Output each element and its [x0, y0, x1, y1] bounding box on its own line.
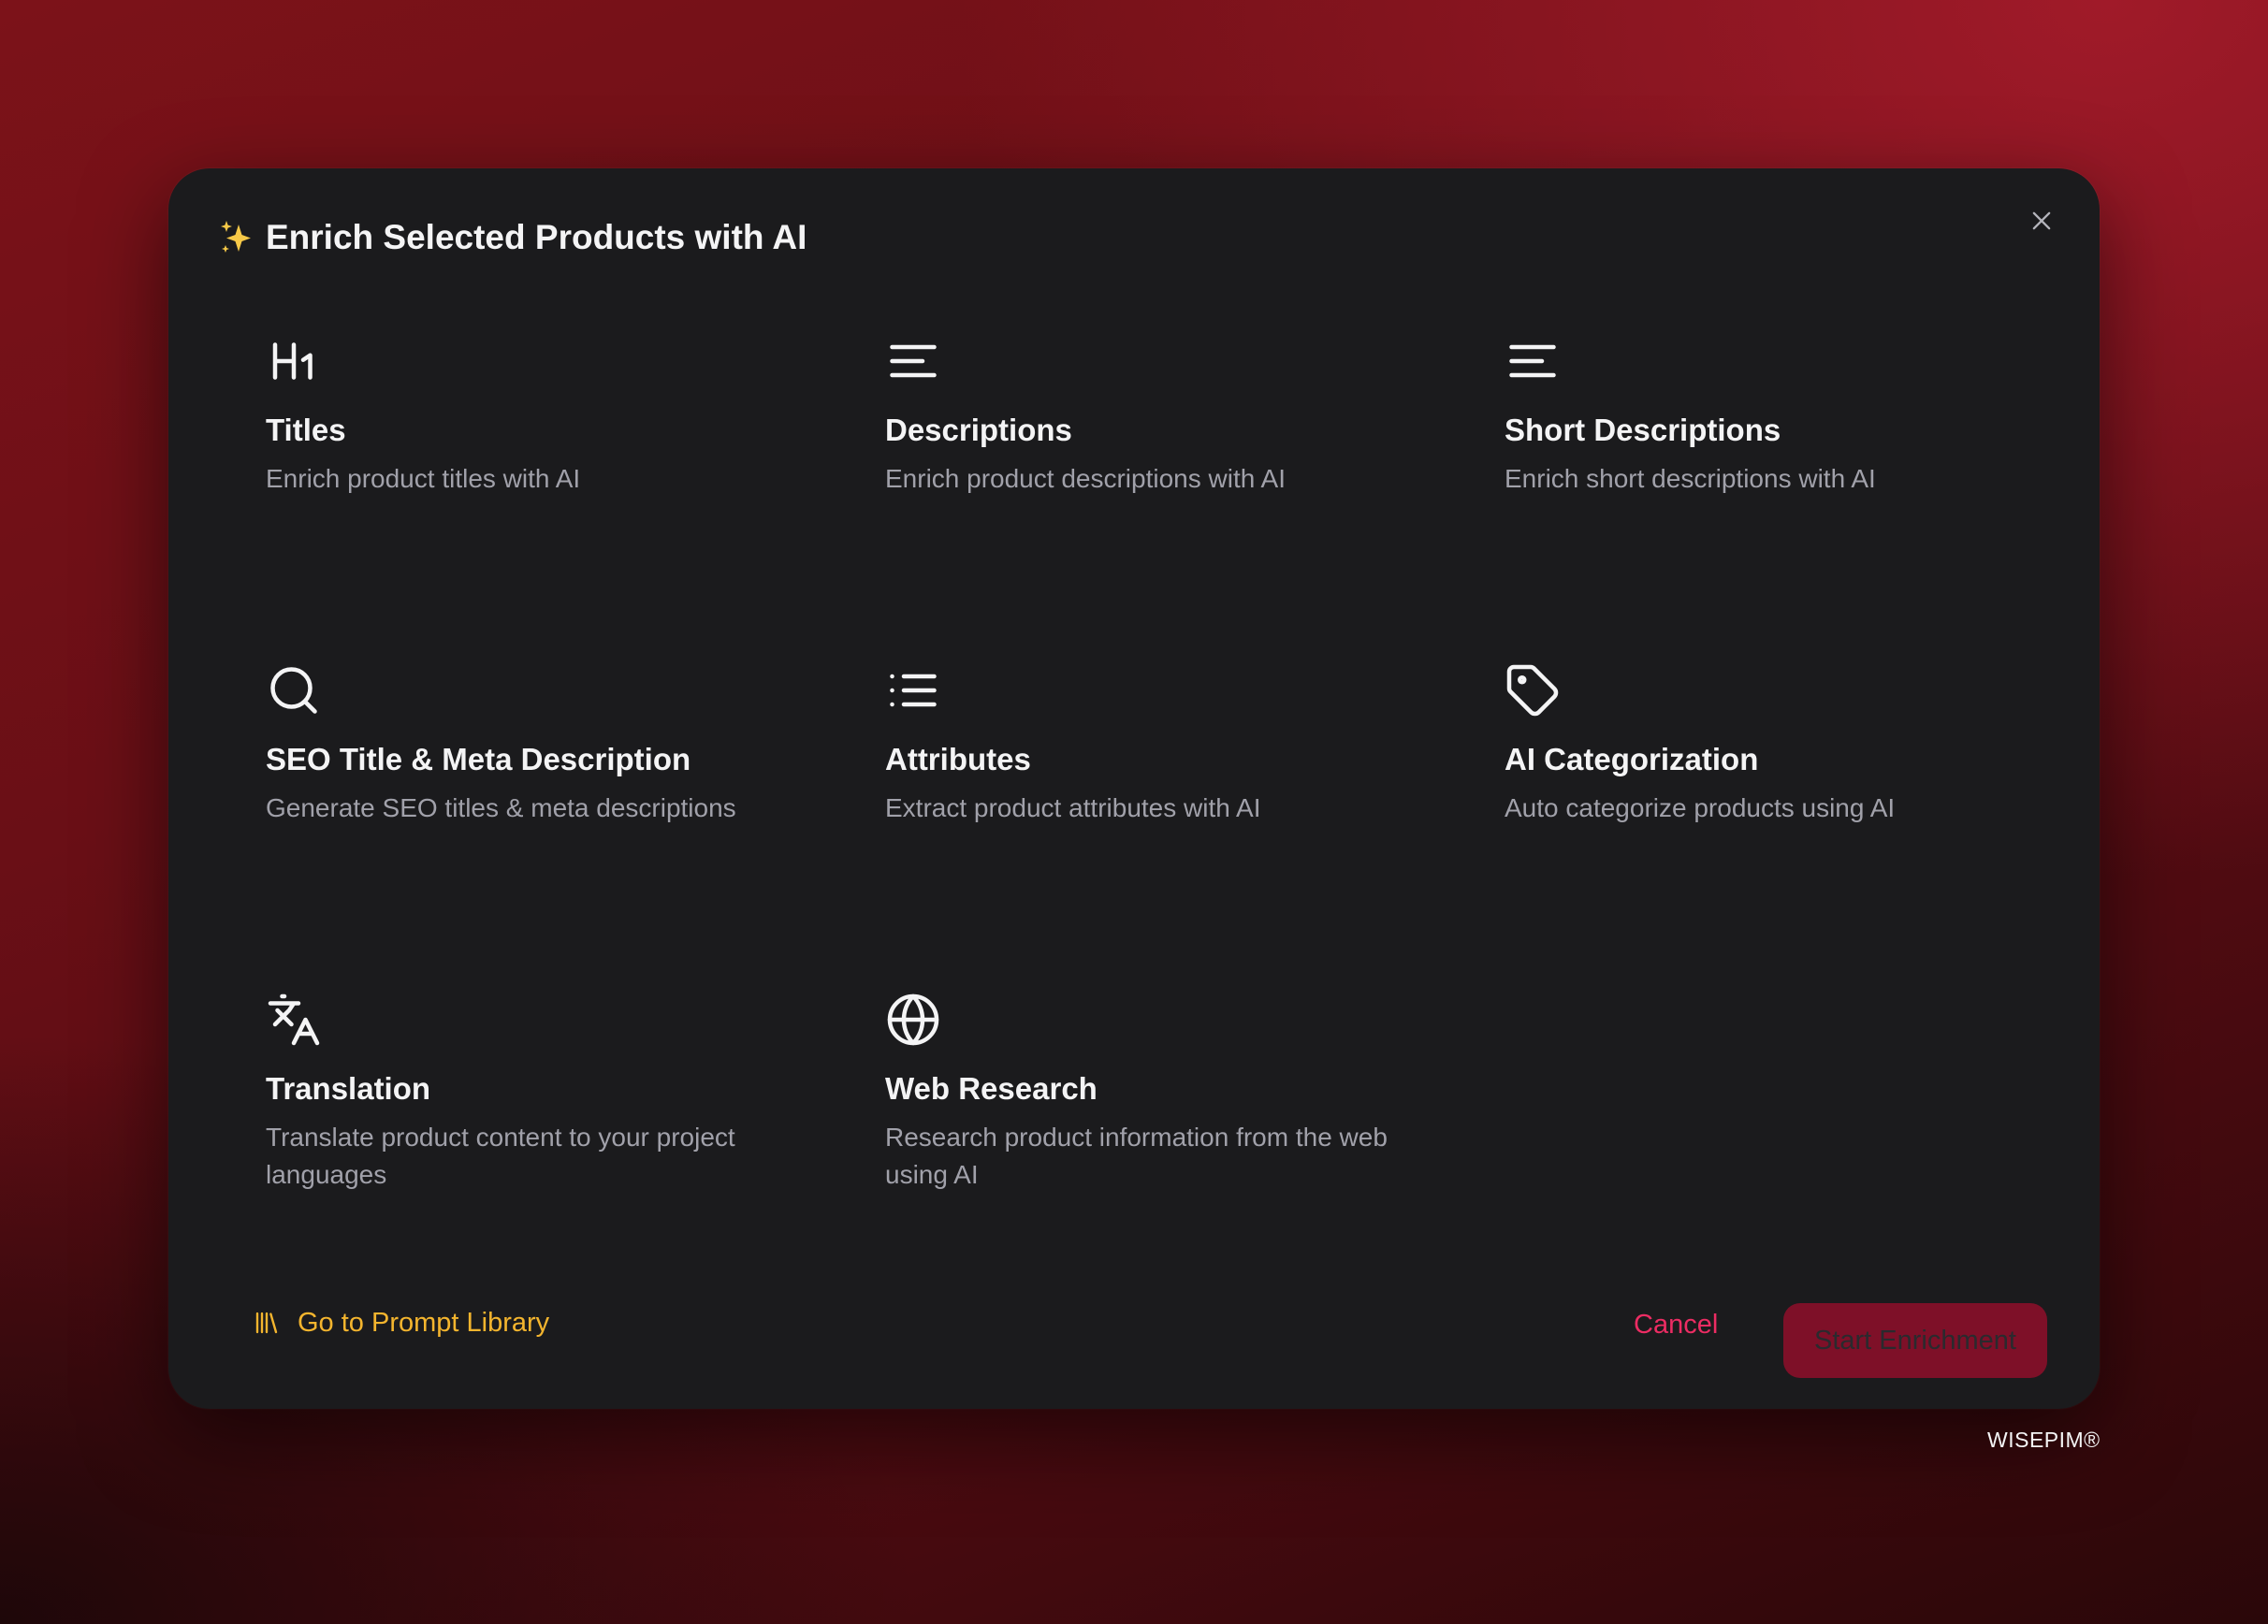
globe-icon	[885, 992, 941, 1048]
prompt-library-label: Go to Prompt Library	[298, 1307, 550, 1338]
align-left-icon	[1505, 333, 1561, 389]
option-titles[interactable]: Titles Enrich product titles with AI	[266, 333, 808, 498]
start-enrichment-button[interactable]: Start Enrichment	[1783, 1303, 2047, 1378]
option-ai-categorization[interactable]: AI Categorization Auto categorize produc…	[1505, 662, 2047, 827]
option-seo[interactable]: SEO Title & Meta Description Generate SE…	[266, 662, 808, 827]
close-button[interactable]	[2017, 196, 2066, 245]
option-title: Descriptions	[885, 413, 1072, 447]
option-description: Enrich product descriptions with AI	[885, 464, 1286, 493]
option-description: Research product information from the we…	[885, 1123, 1388, 1189]
list-icon	[885, 662, 941, 718]
option-title: AI Categorization	[1505, 742, 1759, 776]
search-icon	[266, 662, 322, 718]
option-title: Translation	[266, 1071, 431, 1106]
option-title: SEO Title & Meta Description	[266, 742, 691, 776]
option-title: Short Descriptions	[1505, 413, 1781, 447]
tag-icon	[1505, 662, 1561, 718]
option-description: Translate product content to your projec…	[266, 1123, 735, 1189]
sparkles-icon	[219, 219, 253, 256]
modal-title: Enrich Selected Products with AI	[266, 218, 807, 256]
prompt-library-link[interactable]: Go to Prompt Library	[253, 1297, 549, 1349]
option-title: Titles	[266, 413, 346, 447]
enrich-modal: Enrich Selected Products with AI Titles …	[168, 168, 2100, 1409]
brand-watermark: WISEPIM®	[1987, 1428, 2101, 1452]
option-attributes[interactable]: Attributes Extract product attributes wi…	[885, 662, 1428, 827]
option-description: Extract product attributes with AI	[885, 793, 1261, 822]
option-title: Attributes	[885, 742, 1031, 776]
option-title: Web Research	[885, 1071, 1098, 1106]
languages-icon	[266, 992, 322, 1048]
library-icon	[255, 1312, 278, 1334]
cancel-button[interactable]: Cancel	[1634, 1304, 1718, 1345]
modal-header: Enrich Selected Products with AI	[219, 210, 807, 266]
option-translation[interactable]: Translation Translate product content to…	[266, 992, 808, 1194]
option-description: Enrich product titles with AI	[266, 464, 581, 493]
heading-1-icon	[266, 333, 322, 389]
option-descriptions[interactable]: Descriptions Enrich product descriptions…	[885, 333, 1428, 498]
option-description: Generate SEO titles & meta descriptions	[266, 793, 736, 822]
option-description: Enrich short descriptions with AI	[1505, 464, 1876, 493]
option-description: Auto categorize products using AI	[1505, 793, 1896, 822]
close-icon	[2032, 211, 2051, 230]
option-web-research[interactable]: Web Research Research product informatio…	[885, 992, 1428, 1194]
option-short-descriptions[interactable]: Short Descriptions Enrich short descript…	[1505, 333, 2047, 498]
align-left-icon	[885, 333, 941, 389]
